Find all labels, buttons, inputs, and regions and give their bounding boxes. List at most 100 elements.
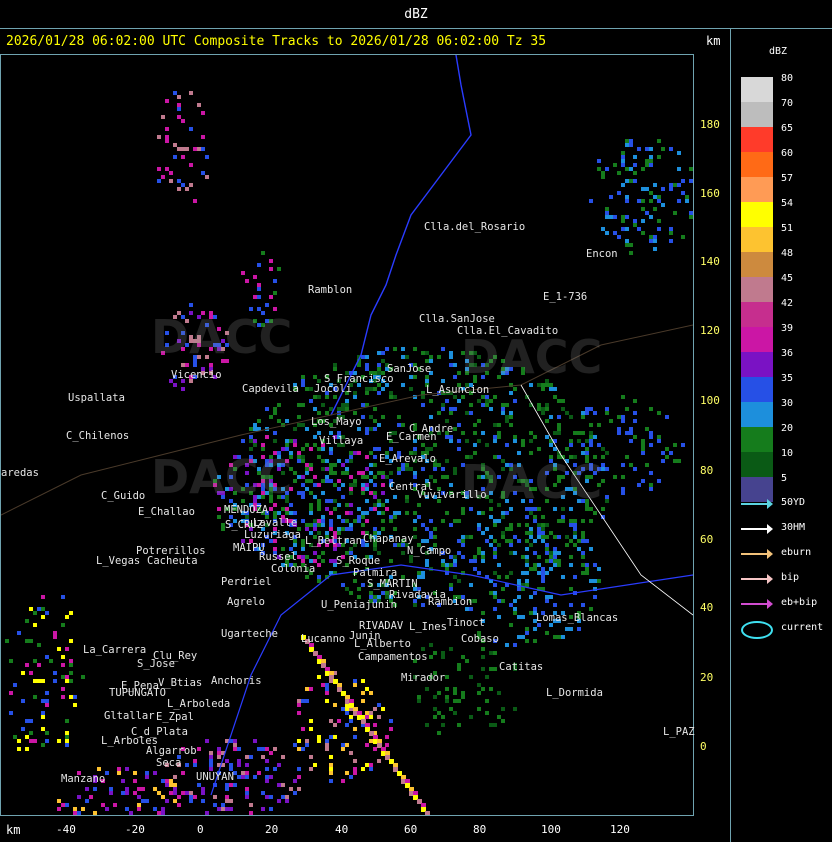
radar-cell (445, 695, 449, 699)
radar-cell (265, 303, 269, 307)
radar-cell (429, 655, 433, 659)
radar-cell (513, 399, 517, 403)
radar-cell (473, 431, 477, 435)
radar-cell (361, 767, 365, 771)
radar-cell (321, 683, 325, 687)
radar-cell (145, 799, 149, 803)
radar-cell (169, 171, 173, 175)
radar-cell (517, 595, 521, 599)
radar-cell (509, 571, 513, 575)
radar-cell (285, 443, 289, 447)
radar-cell (457, 439, 461, 443)
radar-cell (305, 467, 309, 471)
radar-cell (353, 519, 357, 523)
radar-cell (449, 707, 453, 711)
radar-cell (353, 411, 357, 415)
radar-cell (569, 555, 573, 559)
radar-cell (533, 627, 537, 631)
radar-cell (53, 679, 57, 683)
radar-cell (581, 551, 585, 555)
radar-cell (633, 467, 637, 471)
radar-cell (325, 467, 329, 471)
radar-cell (681, 191, 685, 195)
radar-cell (313, 519, 317, 523)
place-label: Perdriel (221, 576, 272, 588)
radar-cell (501, 587, 505, 591)
place-label: Luzuriaga (244, 529, 301, 541)
radar-cell (341, 471, 345, 475)
radar-cell (525, 579, 529, 583)
radar-cell (329, 479, 333, 483)
radar-cell (57, 799, 61, 803)
radar-cell (389, 519, 393, 523)
radar-cell (665, 455, 669, 459)
radar-cell (573, 575, 577, 579)
radar-cell (453, 375, 457, 379)
radar-cell (461, 543, 465, 547)
radar-cell (625, 239, 629, 243)
radar-cell (373, 427, 377, 431)
radar-cell (205, 175, 209, 179)
radar-cell (545, 419, 549, 423)
radar-cell (333, 735, 337, 739)
radar-cell (253, 423, 257, 427)
radar-cell (533, 515, 537, 519)
radar-cell (421, 539, 425, 543)
radar-cell (653, 239, 657, 243)
radar-cell (345, 399, 349, 403)
radar-cell (609, 419, 613, 423)
scale-label: 57 (781, 173, 794, 184)
radar-cell (509, 623, 513, 627)
radar-cell (293, 543, 297, 547)
radar-cell (453, 687, 457, 691)
radar-cell (69, 659, 73, 663)
radar-cell (161, 175, 165, 179)
scale-label: 60 (781, 148, 794, 159)
radar-cell (477, 683, 481, 687)
radar-cell (601, 175, 605, 179)
radar-cell (45, 611, 49, 615)
radar-cell (505, 415, 509, 419)
radar-cell (265, 779, 269, 783)
radar-cell (593, 411, 597, 415)
radar-cell (593, 435, 597, 439)
radar-cell (69, 639, 73, 643)
radar-cell (185, 791, 189, 795)
radar-cell (293, 479, 297, 483)
radar-cell (97, 767, 101, 771)
radar-cell (153, 771, 157, 775)
radar-cell (357, 471, 361, 475)
radar-cell (169, 179, 173, 183)
radar-cell (345, 459, 349, 463)
radar-cell (297, 767, 301, 771)
radar-cell (489, 407, 493, 411)
radar-cell (513, 643, 517, 647)
radar-cell (277, 267, 281, 271)
radar-cell (673, 211, 677, 215)
radar-cell (321, 523, 325, 527)
radar-cell (237, 775, 241, 779)
radar-cell (553, 387, 557, 391)
radar-cell (301, 383, 305, 387)
radar-cell (385, 735, 389, 739)
radar-cell (281, 783, 285, 787)
x-tick-label: 20 (265, 823, 279, 836)
radar-cell (349, 483, 353, 487)
radar-cell (657, 479, 661, 483)
radar-cell (201, 171, 205, 175)
radar-cell (321, 559, 325, 563)
place-label: Clla.del_Rosario (424, 221, 526, 233)
radar-cell (269, 415, 273, 419)
radar-cell (333, 507, 337, 511)
radar-cell (309, 467, 313, 471)
radar-cell (377, 391, 381, 395)
radar-cell (625, 139, 629, 143)
radar-cell (261, 443, 265, 447)
radar-map[interactable]: DACC DACC DACC DACC Clla.del_Rosario Encon E_… (0, 54, 695, 816)
radar-cell (489, 723, 493, 727)
radar-cell (373, 447, 377, 451)
radar-cell (589, 435, 593, 439)
radar-cell (373, 483, 377, 487)
radar-cell (557, 559, 561, 563)
scale-title: dBZ (769, 46, 788, 57)
